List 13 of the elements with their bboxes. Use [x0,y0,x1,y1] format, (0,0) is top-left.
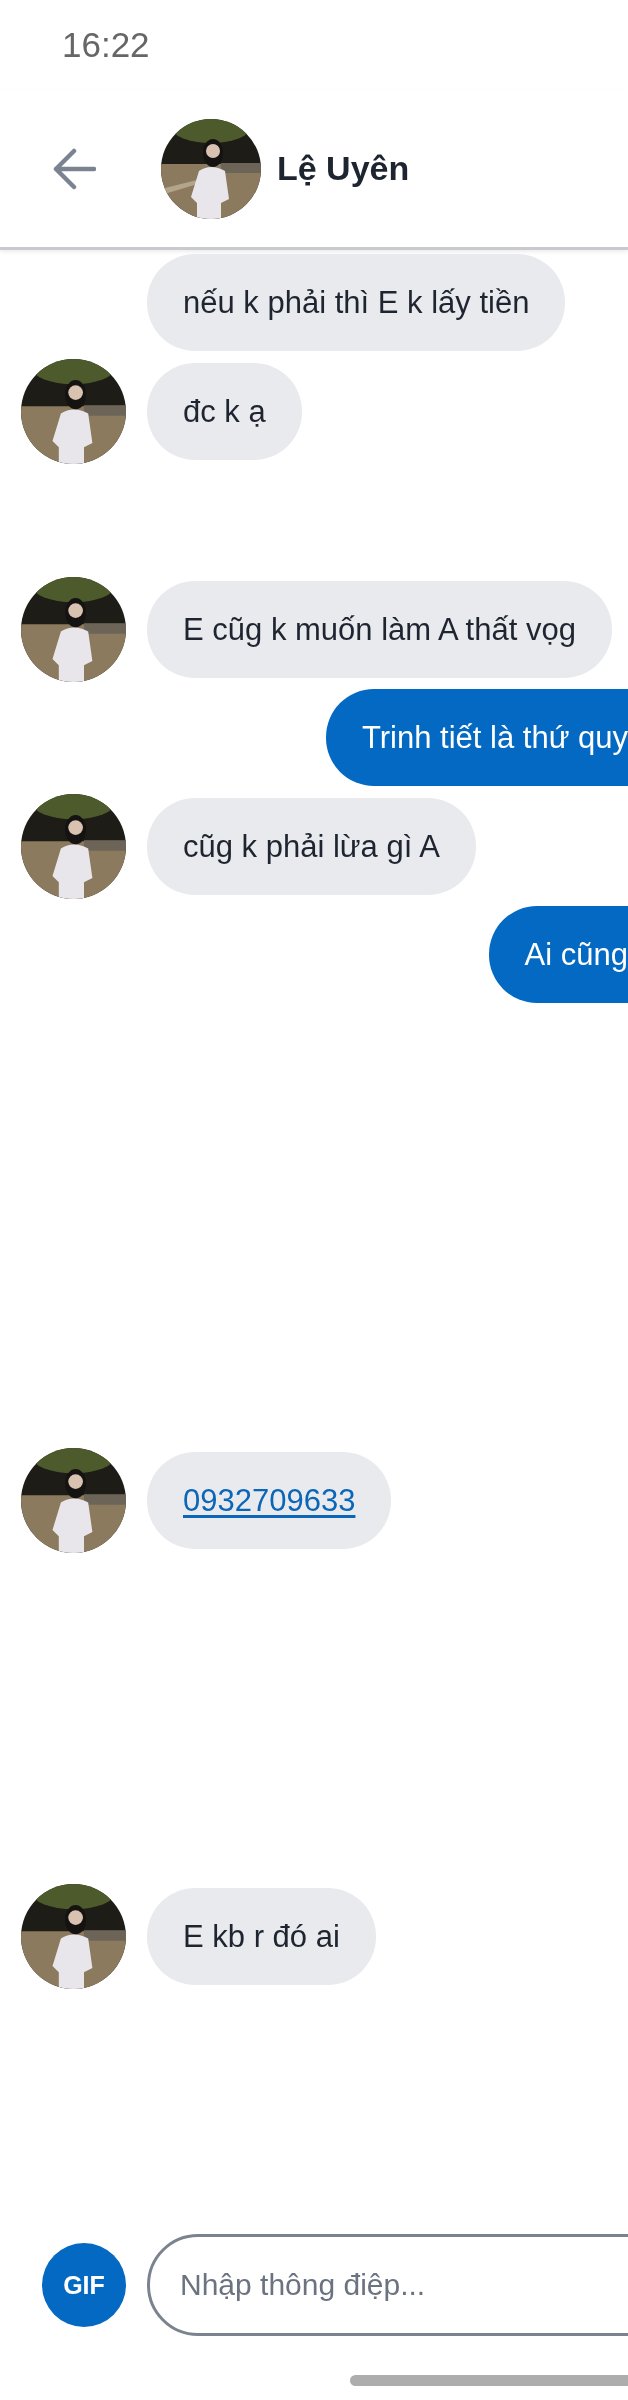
message-bubble: nếu k phải thì E k lấy tiền [147,254,566,351]
message-bubble: đc k ạ [147,363,302,460]
message-bubble: E kb r đó ai [147,1888,376,1985]
message-input[interactable]: Nhập thông điệp... [147,2234,628,2336]
sent-message-bubble: Ai cũng [488,906,628,1003]
phone-link[interactable]: 0932709633 [183,1482,356,1519]
message-bubble: cũg k phải lừa gì A [147,798,476,895]
sent-message-bubble: Trinh tiết là thứ quy [326,689,628,786]
back-arrow-icon[interactable] [52,147,96,190]
message-bubble: E cũg k muốn làm A thất vọg [147,581,612,678]
contact-name: Lệ Uyên [277,149,410,188]
status-time: 16:22 [62,25,150,65]
gif-button[interactable]: GIF [42,2243,126,2327]
